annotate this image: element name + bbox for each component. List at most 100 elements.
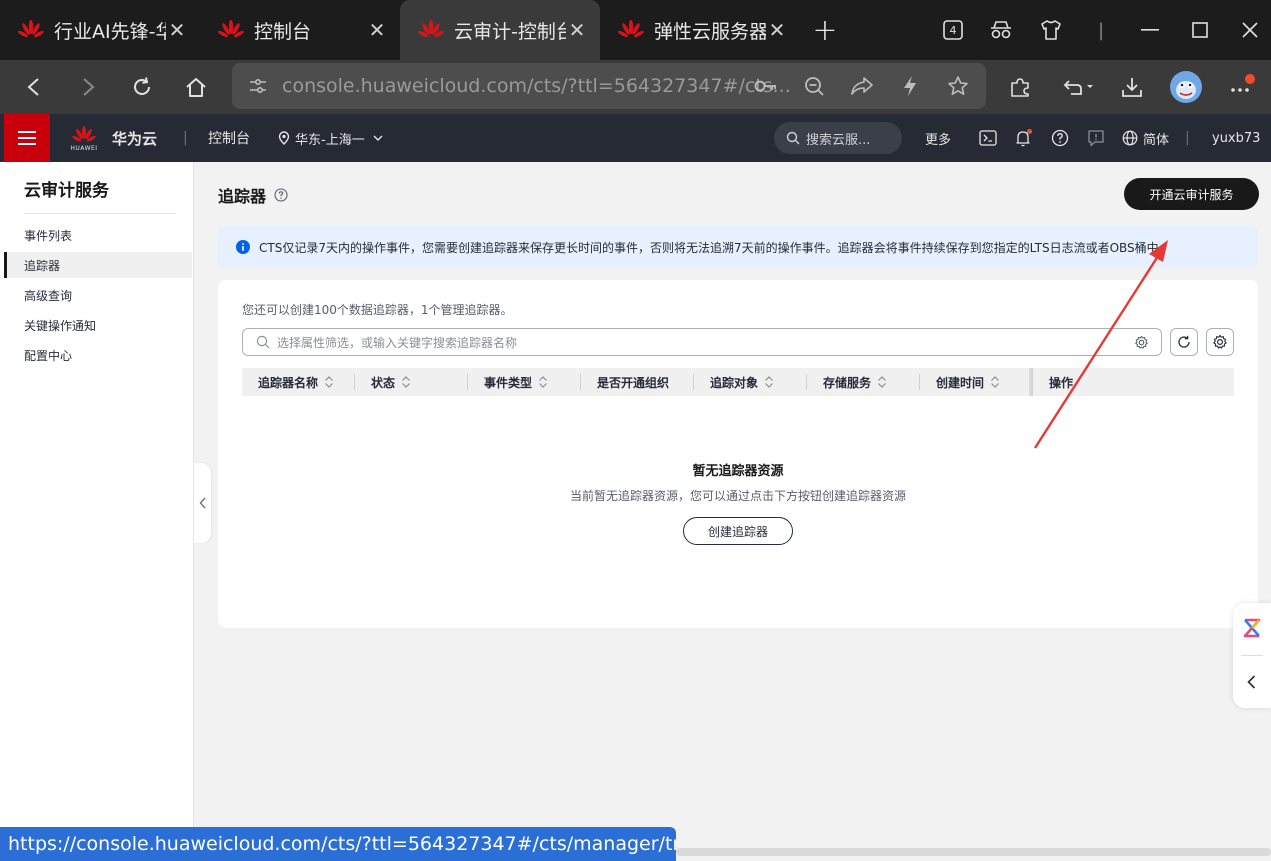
create-tracker-button[interactable]: 创建追踪器 (683, 517, 793, 545)
undo-dropdown-icon[interactable] (1058, 70, 1100, 104)
zoom-out-icon[interactable] (798, 69, 830, 103)
close-tab-icon[interactable]: ✕ (166, 18, 188, 42)
refresh-button[interactable] (1170, 328, 1198, 356)
share-icon[interactable] (846, 69, 878, 103)
tracker-list-card: 您还可以创建100个数据追踪器，1个管理追踪器。 选择属性筛选，或输入关键字搜索… (218, 280, 1258, 628)
close-tab-icon[interactable]: ✕ (566, 18, 588, 42)
profile-avatar[interactable] (1168, 70, 1204, 104)
sort-icon[interactable] (877, 375, 887, 389)
column-header-event-type[interactable]: 事件类型 (468, 368, 548, 396)
sidebar-item-trackers[interactable]: 追踪器 (4, 252, 192, 278)
notice-text: CTS仅记录7天内的操作事件，您需要创建追踪器来保存更长时间的事件，否则将无法追… (259, 240, 1171, 255)
new-tab-button[interactable]: + (800, 0, 850, 60)
back-icon[interactable] (16, 70, 52, 104)
column-header-tracker-name[interactable]: 追踪器名称 (242, 368, 334, 396)
tab-count-button[interactable]: 4 (936, 0, 970, 60)
service-sidebar: 云审计服务 事件列表 追踪器 高级查询 关键操作通知 配置中心 (0, 162, 194, 861)
browser-tab-active[interactable]: 云审计-控制台 ✕ (400, 0, 600, 60)
filter-settings-gear-icon[interactable] (1134, 335, 1149, 350)
sidebar-collapse-toggle[interactable] (194, 463, 211, 543)
sort-icon[interactable] (764, 375, 774, 389)
brand-name: 华为云 (112, 129, 158, 148)
column-label: 创建时间 (936, 375, 985, 390)
chevron-left-icon[interactable] (1247, 675, 1256, 689)
site-settings-icon[interactable] (248, 77, 268, 95)
notification-bell-icon[interactable] (1012, 126, 1036, 150)
maximize-icon[interactable] (1182, 0, 1218, 60)
cloud-shell-icon[interactable] (976, 126, 1000, 150)
question-circle-icon[interactable] (274, 188, 288, 202)
enable-cts-button[interactable]: 开通云审计服务 (1124, 178, 1259, 210)
browser-toolbar: console.huaweicloud.com/cts/?ttl=5643273… (0, 60, 1271, 114)
home-icon[interactable] (178, 70, 214, 104)
header-divider: | (183, 130, 188, 146)
globe-icon (1122, 130, 1138, 146)
more-menu[interactable]: 更多 (925, 114, 951, 162)
column-label: 事件类型 (484, 375, 533, 390)
browser-menu-icon[interactable] (1224, 70, 1260, 104)
lightning-icon[interactable] (894, 69, 926, 103)
quota-text: 您还可以创建100个数据追踪器，1个管理追踪器。 (242, 303, 513, 317)
sort-icon[interactable] (538, 375, 548, 389)
sidebar-item-config-center[interactable]: 配置中心 (4, 342, 192, 368)
sidebar-item-key-operation-notification[interactable]: 关键操作通知 (4, 312, 192, 338)
incognito-icon[interactable] (984, 0, 1018, 60)
close-tab-icon[interactable]: ✕ (766, 18, 788, 42)
console-search[interactable]: 搜索云服... (774, 122, 902, 154)
column-header-tracked-object[interactable]: 追踪对象 (694, 368, 774, 396)
huawei-cloud-home-link[interactable]: HUAWEI 华为云 (70, 114, 157, 162)
feedback-icon[interactable] (1084, 126, 1108, 150)
extensions-icon[interactable] (1002, 70, 1038, 104)
sidebar-item-advanced-query[interactable]: 高级查询 (4, 282, 192, 308)
column-label: 操作 (1049, 375, 1074, 390)
sort-icon[interactable] (401, 375, 411, 389)
address-bar[interactable]: console.huaweicloud.com/cts/?ttl=5643273… (232, 63, 986, 109)
user-account-menu[interactable]: yuxb73 (1212, 114, 1260, 162)
sidebar-divider (24, 213, 176, 214)
tracker-filter-input[interactable]: 选择属性筛选，或输入关键字搜索追踪器名称 (242, 328, 1162, 356)
browser-tab[interactable]: 行业AI先锋-华为云 ✕ (0, 0, 200, 60)
region-selector[interactable]: 华东-上海一 (278, 114, 383, 162)
huawei-logo-icon (218, 20, 244, 38)
tab-title: 弹性云服务器 (654, 20, 766, 43)
chevron-left-icon (199, 497, 206, 509)
table-settings-button[interactable] (1206, 328, 1234, 356)
sidebar-title: 云审计服务 (24, 181, 109, 201)
reload-icon[interactable] (124, 70, 160, 104)
sidebar-item-events[interactable]: 事件列表 (4, 222, 192, 248)
bookmark-star-icon[interactable] (942, 69, 974, 103)
language-switcher[interactable]: 简体 (1122, 114, 1169, 162)
browser-tab[interactable]: 弹性云服务器 ✕ (600, 0, 800, 60)
empty-state-description: 当前暂无追踪器资源，您可以通过点击下方按钮创建追踪器资源 (569, 489, 906, 503)
sort-icon[interactable] (324, 375, 334, 389)
search-placeholder: 搜索云服... (806, 132, 871, 148)
close-window-icon[interactable] (1232, 0, 1268, 60)
toolbar-separator: | (1097, 19, 1105, 41)
download-icon[interactable] (1114, 70, 1150, 104)
forward-icon[interactable] (70, 70, 106, 104)
column-header-created-time[interactable]: 创建时间 (920, 368, 1000, 396)
huawei-logo-icon (72, 125, 96, 141)
password-key-icon[interactable] (750, 69, 782, 103)
column-header-storage-service[interactable]: 存储服务 (807, 368, 887, 396)
help-circle-icon[interactable] (1048, 126, 1072, 150)
hamburger-icon (18, 131, 36, 145)
ai-assistant-icon[interactable] (1242, 617, 1262, 639)
info-notice: CTS仅记录7天内的操作事件，您需要创建追踪器来保存更长时间的事件，否则将无法追… (218, 226, 1258, 268)
sort-icon[interactable] (990, 375, 1000, 389)
huawei-logo-icon (18, 20, 44, 38)
close-tab-icon[interactable]: ✕ (366, 18, 388, 42)
horizontal-scrollbar[interactable] (676, 848, 1271, 856)
shirt-icon[interactable] (1034, 0, 1068, 60)
tab-title: 行业AI先锋-华为云 (54, 20, 166, 43)
page-title-text: 追踪器 (218, 187, 267, 206)
column-header-status[interactable]: 状态 (355, 368, 411, 396)
empty-state-title: 暂无追踪器资源 (692, 464, 784, 479)
filter-placeholder: 选择属性筛选，或输入关键字搜索追踪器名称 (277, 335, 518, 350)
huawei-logo-icon (418, 20, 444, 38)
info-icon (236, 240, 250, 254)
minimize-icon[interactable] (1132, 0, 1168, 60)
service-menu-button[interactable] (4, 114, 50, 162)
console-link[interactable]: 控制台 (208, 114, 250, 162)
browser-tab[interactable]: 控制台 ✕ (200, 0, 400, 60)
